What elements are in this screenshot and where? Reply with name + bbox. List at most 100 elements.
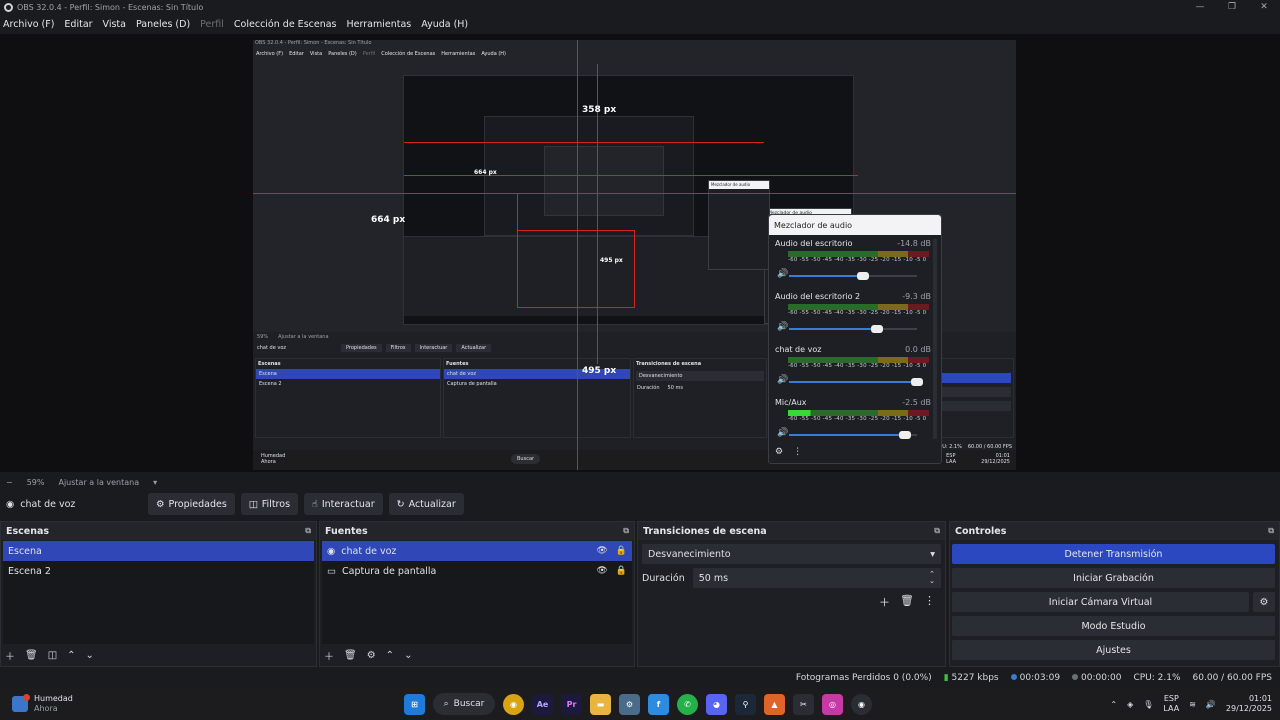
windows-start-icon[interactable]: ⊞: [404, 693, 425, 715]
trash-icon[interactable]: 🗑: [344, 650, 357, 661]
menu-file[interactable]: Archivo (F): [3, 19, 54, 30]
filters-button[interactable]: ◫ Filtros: [240, 493, 299, 515]
duration-input[interactable]: 50 ms ⌃ ⌄: [692, 568, 941, 588]
wifi-icon[interactable]: ≋: [1189, 700, 1196, 709]
clock[interactable]: 01:01 29/12/2025: [1226, 694, 1272, 714]
inner-zoombar: 59% Ajustar a la ventana: [257, 334, 329, 340]
menu-scene-collection[interactable]: Colección de Escenas: [234, 19, 337, 30]
shield-icon[interactable]: ◈: [1127, 700, 1133, 709]
speaker-icon[interactable]: 🔊: [777, 322, 788, 332]
capcut-icon[interactable]: ✂: [793, 693, 814, 715]
discord-icon[interactable]: ◕: [706, 693, 727, 715]
preview-area[interactable]: OBS 32.0.4 - Perfil: Simon - Escenas: Si…: [0, 34, 1280, 472]
dock-menu-icon[interactable]: ⧉: [623, 526, 629, 536]
stepper-icon[interactable]: ⌃ ⌄: [929, 571, 935, 585]
lock-icon[interactable]: 🔒: [616, 566, 627, 576]
zoom-out-button[interactable]: −: [6, 478, 13, 487]
chevron-up-icon[interactable]: ⌃: [1110, 700, 1117, 709]
lock-icon[interactable]: 🔒: [616, 546, 627, 556]
source-item[interactable]: ◉ chat de voz 👁 🔒: [322, 541, 632, 561]
more-icon[interactable]: ⋮: [924, 594, 935, 610]
add-icon[interactable]: ＋: [5, 648, 15, 663]
mixer-channel: Audio del escritorio 2 -9.3 dB -60 -55 -5…: [775, 292, 931, 316]
mixer-menu-icon[interactable]: ⋮: [793, 447, 802, 457]
inner-props-button: Propiedades: [341, 344, 382, 352]
mixer-channel: Audio del escritorio -14.8 dB -60 -55 -50…: [775, 239, 931, 263]
file-explorer-icon[interactable]: ▬: [590, 693, 611, 715]
menu-edit[interactable]: Editar: [64, 19, 92, 30]
properties-button[interactable]: ⚙ Propiedades: [148, 493, 235, 515]
measure-label-495-small: 495 px: [600, 257, 623, 264]
source-item-label: chat de voz: [341, 545, 397, 557]
chevron-down-icon[interactable]: ▾: [153, 478, 157, 487]
volume-slider[interactable]: [789, 325, 917, 333]
speaker-icon[interactable]: 🔊: [777, 269, 788, 279]
volume-slider[interactable]: [789, 431, 917, 439]
chevron-down-icon[interactable]: ⌄: [404, 650, 412, 661]
dock-menu-icon[interactable]: ⧉: [305, 526, 311, 536]
eye-icon[interactable]: 👁: [596, 566, 607, 576]
chrome-icon[interactable]: ◉: [503, 693, 524, 715]
stream-icon: [1010, 674, 1017, 680]
language-indicator[interactable]: ESP LAA: [1163, 694, 1179, 714]
audio-mixer-title[interactable]: Mezclador de audio: [769, 215, 941, 235]
add-icon[interactable]: ＋: [879, 594, 890, 610]
after-effects-icon[interactable]: Ae: [532, 693, 553, 715]
chevron-up-icon[interactable]: ⌃: [67, 650, 75, 661]
trash-icon[interactable]: 🗑: [900, 594, 914, 610]
dock-menu-icon[interactable]: ⧉: [934, 526, 940, 536]
document-app-icon[interactable]: f: [648, 693, 669, 715]
dock-menu-icon[interactable]: ⧉: [1268, 526, 1274, 536]
whatsapp-icon[interactable]: ✆: [677, 693, 698, 715]
maximize-button[interactable]: ❐: [1216, 0, 1248, 14]
guide-line-h1: [253, 193, 1016, 194]
chevron-down-icon[interactable]: ⌄: [86, 650, 94, 661]
eye-icon[interactable]: 👁: [596, 546, 607, 556]
menu-profile[interactable]: Perfil: [200, 19, 224, 30]
add-icon[interactable]: ＋: [324, 648, 334, 663]
audio-mixer-window[interactable]: Mezclador de audio Audio del escritorio -…: [768, 214, 942, 464]
inner-menu-item: Editar: [289, 51, 304, 57]
speaker-icon[interactable]: 🔊: [777, 428, 788, 438]
microphone-icon[interactable]: 🎙: [1143, 700, 1153, 709]
speaker-icon[interactable]: 🔊: [777, 375, 788, 385]
taskbar-search[interactable]: ⌕ Buscar: [433, 693, 495, 715]
weather-widget[interactable]: Humedad Ahora: [0, 694, 73, 714]
mixer-scrollbar[interactable]: [933, 239, 937, 439]
menu-help[interactable]: Ayuda (H): [421, 19, 468, 30]
interact-button[interactable]: ☝ Interactuar: [304, 493, 383, 515]
settings-button[interactable]: Ajustes: [952, 640, 1275, 660]
steam-icon[interactable]: ⚲: [735, 693, 756, 715]
volume-icon[interactable]: 🔊: [1206, 700, 1216, 709]
volume-slider[interactable]: [789, 378, 923, 386]
chevron-up-icon[interactable]: ⌃: [386, 650, 394, 661]
filter-icon[interactable]: ◫: [48, 650, 57, 661]
search-icon: ⌕: [443, 699, 449, 709]
transition-select[interactable]: Desvanecimiento ▾: [642, 544, 941, 564]
menu-tools[interactable]: Herramientas: [347, 19, 412, 30]
minimize-button[interactable]: —: [1184, 0, 1216, 14]
refresh-button[interactable]: ↻ Actualizar: [388, 493, 464, 515]
obs-taskbar-icon[interactable]: ◉: [851, 693, 872, 715]
volume-slider[interactable]: [789, 272, 917, 280]
scene-item[interactable]: Escena: [3, 541, 314, 561]
menu-view[interactable]: Vista: [103, 19, 126, 30]
close-button[interactable]: ✕: [1248, 0, 1280, 14]
premiere-icon[interactable]: Pr: [561, 693, 582, 715]
instagram-icon[interactable]: ◎: [822, 693, 843, 715]
settings-gear-icon[interactable]: ⚙: [619, 693, 640, 715]
menu-docks[interactable]: Paneles (D): [136, 19, 190, 30]
trash-icon[interactable]: 🗑: [25, 650, 38, 661]
virtual-camera-button[interactable]: Iniciar Cámara Virtual: [952, 592, 1249, 612]
vlc-icon[interactable]: ▲: [764, 693, 785, 715]
inner-filters-button: Filtros: [385, 344, 411, 352]
studio-mode-button[interactable]: Modo Estudio: [952, 616, 1275, 636]
scene-item[interactable]: Escena 2: [3, 561, 314, 581]
stop-stream-button[interactable]: Detener Transmisión: [952, 544, 1275, 564]
status-bar: Fotogramas Perdidos 0 (0.0%) ▮ 5227 kbps…: [0, 669, 1280, 687]
gear-icon[interactable]: ⚙: [367, 650, 376, 661]
start-recording-button[interactable]: Iniciar Grabación: [952, 568, 1275, 588]
gear-icon[interactable]: ⚙: [1253, 592, 1275, 612]
advanced-audio-icon[interactable]: ⚙: [775, 447, 783, 457]
source-item[interactable]: ▭ Captura de pantalla 👁 🔒: [322, 561, 632, 581]
